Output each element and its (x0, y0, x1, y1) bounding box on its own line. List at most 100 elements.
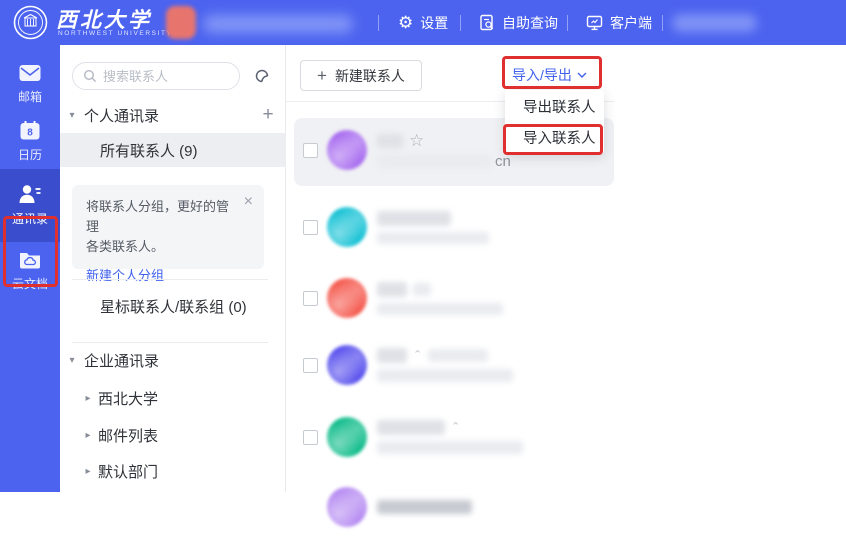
add-group-icon[interactable]: + (250, 104, 286, 126)
redacted-contact-name (413, 283, 431, 296)
redacted-contact-email (377, 303, 503, 315)
personal-contacts-section[interactable]: ▾ 个人通讯录 + (60, 100, 286, 130)
redacted-contact-name (377, 282, 407, 297)
import-export-dropdown: 导出联系人 导入联系人 (505, 90, 604, 154)
new-contact-button[interactable]: + 新建联系人 (300, 60, 422, 91)
university-node-label: 西北大学 (98, 388, 158, 409)
sidebar-item-starred[interactable]: 星标联系人/联系组 (0) (60, 290, 286, 322)
header-divider (460, 15, 461, 31)
refresh-button[interactable] (248, 62, 276, 90)
chevron-down-icon[interactable]: ▾ (60, 110, 84, 121)
cloud-folder-icon (18, 250, 42, 270)
redacted-contact-email (377, 155, 492, 168)
app-rail: 邮箱 8 日历 通讯录 (0, 45, 60, 492)
redacted-contact-name (377, 500, 472, 514)
refresh-icon (253, 67, 271, 85)
contact-row[interactable] (294, 477, 614, 537)
redacted-contact-name (377, 211, 451, 226)
row-checkbox[interactable] (303, 358, 318, 373)
avatar (327, 345, 367, 385)
contacts-icon (17, 183, 43, 205)
plus-icon: + (317, 66, 327, 86)
brand-name-en: NORTHWEST UNIVERSITY (58, 30, 172, 37)
rail-mail-label: 邮箱 (18, 88, 42, 105)
row-checkbox[interactable] (303, 143, 318, 158)
rail-item-calendar[interactable]: 8 日历 (0, 112, 60, 166)
enterprise-contacts-section[interactable]: ▾ 企业通讯录 (60, 345, 286, 375)
avatar (327, 487, 367, 527)
redacted-contact-name (377, 348, 407, 363)
header-divider (567, 15, 568, 31)
gear-icon: ⚙ (398, 14, 413, 31)
rail-item-mail[interactable]: 邮箱 (0, 55, 60, 109)
new-contact-label: 新建联系人 (335, 66, 405, 86)
contact-row[interactable]: ⌃ (294, 407, 614, 467)
redacted-contact-email (377, 369, 513, 382)
svg-text:8: 8 (27, 128, 33, 139)
rail-item-contacts[interactable]: 通讯录 (0, 169, 60, 242)
client-label: 客户端 (610, 13, 652, 33)
top-header: 西北大学 NORTHWEST UNIVERSITY ⚙ 设置 自助查询 (0, 0, 846, 45)
self-service-label: 自助查询 (502, 13, 558, 33)
document-search-icon (479, 14, 495, 31)
chevron-down-icon[interactable]: ▾ (60, 355, 84, 366)
rail-contacts-label: 通讯录 (12, 210, 48, 227)
monitor-icon (586, 15, 603, 31)
sidebar-item-mail-lists[interactable]: ▸ 邮件列表 (60, 420, 286, 450)
search-input[interactable] (103, 69, 223, 84)
redacted-user-avatar (166, 6, 196, 39)
grouping-notice-card: 将联系人分组，更好的管理 各类联系人。 × 新建个人分组 (72, 185, 264, 269)
sidebar-item-all-contacts[interactable]: 所有联系人 (9) (60, 133, 286, 167)
personal-contacts-label: 个人通讯录 (84, 105, 250, 126)
redacted-contact-name (377, 420, 445, 435)
close-icon[interactable]: × (244, 194, 253, 210)
all-contacts-label: 所有联系人 (9) (100, 140, 198, 161)
chevron-right-icon[interactable]: ▸ (78, 393, 98, 404)
email-suffix: cn (495, 155, 511, 168)
self-service-query-button[interactable]: 自助查询 (479, 0, 558, 45)
blur-artifact: ⌃ (413, 350, 422, 361)
contact-row[interactable]: ⌃ (294, 335, 614, 395)
avatar (327, 207, 367, 247)
redacted-account-name[interactable] (672, 14, 757, 32)
default-dept-node-label: 默认部门 (98, 461, 158, 482)
header-divider (662, 15, 663, 31)
rail-item-clouddocs[interactable]: 云文档 (0, 242, 60, 296)
menu-item-import-contacts[interactable]: 导入联系人 (505, 122, 604, 153)
chevron-right-icon[interactable]: ▸ (78, 466, 98, 477)
contact-row[interactable] (294, 268, 614, 328)
row-checkbox[interactable] (303, 430, 318, 445)
avatar (327, 417, 367, 457)
university-seal-logo (13, 5, 48, 40)
redacted-contact-name (377, 134, 403, 148)
redacted-contact-email (377, 441, 523, 454)
notice-text: 将联系人分组，更好的管理 各类联系人。 (86, 197, 236, 257)
new-personal-group-link[interactable]: 新建个人分组 (86, 265, 164, 284)
contact-search-box (72, 62, 240, 90)
rail-calendar-label: 日历 (18, 146, 42, 163)
contact-row[interactable] (294, 197, 614, 257)
row-checkbox[interactable] (303, 291, 318, 306)
export-contacts-label: 导出联系人 (523, 96, 596, 117)
chevron-right-icon[interactable]: ▸ (78, 430, 98, 441)
row-checkbox[interactable] (303, 220, 318, 235)
menu-item-export-contacts[interactable]: 导出联系人 (505, 91, 604, 122)
header-divider (378, 15, 379, 31)
sidebar-item-default-dept[interactable]: ▸ 默认部门 (60, 456, 286, 486)
settings-button[interactable]: ⚙ 设置 (398, 0, 448, 45)
sidebar-divider (72, 342, 268, 343)
contact-list-panel: + 新建联系人 导入/导出 ☆ cn (286, 45, 846, 492)
star-icon[interactable]: ☆ (409, 132, 424, 149)
enterprise-contacts-label: 企业通讯录 (84, 350, 286, 371)
redacted-contact-email (377, 232, 489, 244)
sidebar-item-university[interactable]: ▸ 西北大学 (60, 383, 286, 413)
import-contacts-label: 导入联系人 (523, 127, 596, 148)
calendar-icon: 8 (19, 120, 41, 141)
settings-label: 设置 (420, 13, 448, 33)
client-download-button[interactable]: 客户端 (586, 0, 652, 45)
starred-label: 星标联系人/联系组 (0) (100, 296, 247, 317)
import-export-button[interactable]: 导入/导出 (512, 62, 587, 88)
mail-icon (18, 63, 42, 83)
avatar (327, 130, 367, 170)
sidebar-divider (72, 279, 268, 280)
